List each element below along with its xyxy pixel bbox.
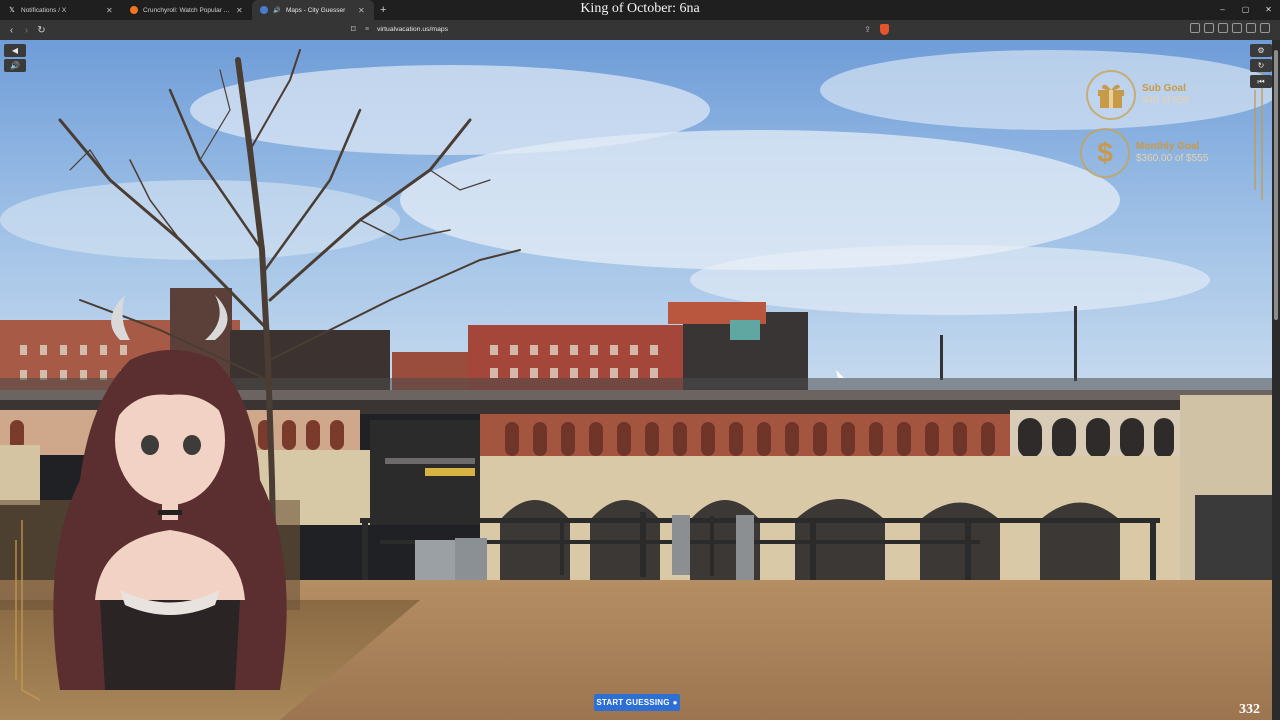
extension-icon[interactable] bbox=[1218, 23, 1228, 33]
window-controls: – ▢ ✕ bbox=[1211, 0, 1280, 20]
speaker-icon: 🔊 bbox=[10, 61, 20, 70]
skip-back-icon: ⏮ bbox=[1257, 77, 1265, 86]
refresh-icon: ↻ bbox=[1257, 61, 1265, 70]
map-pin-icon: ● bbox=[672, 698, 678, 707]
start-guessing-label: START GUESSING bbox=[596, 698, 670, 707]
dollar-icon: $ bbox=[1080, 128, 1130, 178]
close-tab-icon[interactable]: ✕ bbox=[358, 6, 366, 15]
tab-crunchyroll[interactable]: Crunchyroll: Watch Popular Anime, P ✕ bbox=[122, 0, 252, 20]
tab-maps[interactable]: 🔊 Maps - City Guesser ✕ bbox=[252, 0, 374, 20]
extension-icon[interactable] bbox=[1232, 23, 1242, 33]
page-scrollbar[interactable] bbox=[1272, 40, 1280, 720]
forward-icon[interactable]: › bbox=[19, 25, 34, 36]
address-bar[interactable]: ⌑ ≡ virtualvacation.us/maps ⇪ bbox=[351, 22, 891, 37]
sub-goal-value: 340 of 555 bbox=[1142, 95, 1190, 106]
tab-bar: 𝕏 Notifications / X ✕ Crunchyroll: Watch… bbox=[0, 0, 1280, 20]
extension-icon[interactable] bbox=[1204, 23, 1214, 33]
close-tab-icon[interactable]: ✕ bbox=[106, 6, 114, 15]
brave-shield-icon[interactable] bbox=[880, 24, 889, 35]
monthly-goal-title: Monthly Goal bbox=[1136, 141, 1200, 152]
scrollbar-thumb[interactable] bbox=[1274, 50, 1278, 320]
extension-icon[interactable] bbox=[1190, 23, 1200, 33]
tab-title: Crunchyroll: Watch Popular Anime, P bbox=[143, 6, 231, 14]
viewer-counter: 332 bbox=[1239, 702, 1260, 717]
menu-icon[interactable] bbox=[1260, 23, 1270, 33]
browser-toolbar: ‹ › ↻ ⌑ ≡ virtualvacation.us/maps ⇪ bbox=[0, 20, 1280, 40]
refresh-location-button[interactable]: ↻ bbox=[1250, 59, 1272, 72]
crunchyroll-icon bbox=[130, 6, 138, 14]
monthly-goal-value: $360.00 of $555 bbox=[1136, 153, 1209, 164]
tab-title: Maps - City Guesser bbox=[286, 6, 346, 14]
sound-toggle-button[interactable]: 🔊 bbox=[4, 59, 26, 72]
share-icon[interactable]: ⇪ bbox=[864, 25, 871, 34]
sub-goal-title: Sub Goal bbox=[1142, 83, 1186, 94]
x-logo-icon: 𝕏 bbox=[9, 7, 15, 14]
extension-icon[interactable] bbox=[1246, 23, 1256, 33]
gear-icon: ⚙ bbox=[1257, 46, 1265, 55]
back-icon[interactable]: ‹ bbox=[4, 25, 19, 36]
gift-icon bbox=[1086, 70, 1136, 120]
maps-icon bbox=[260, 6, 268, 14]
screen: 𝕏 Notifications / X ✕ Crunchyroll: Watch… bbox=[0, 0, 1280, 720]
tab-title: Notifications / X bbox=[21, 6, 67, 14]
arrow-left-icon: ◀ bbox=[11, 46, 19, 55]
settings-button[interactable]: ⚙ bbox=[1250, 44, 1272, 57]
back-arrow-button[interactable]: ◀ bbox=[4, 44, 26, 57]
close-tab-icon[interactable]: ✕ bbox=[236, 6, 244, 15]
maximize-button[interactable]: ▢ bbox=[1234, 0, 1257, 20]
sub-goal-widget: Sub Goal 340 of 555 bbox=[1086, 70, 1189, 120]
minimize-button[interactable]: – bbox=[1211, 0, 1234, 20]
bookmark-icon[interactable]: ⌑ bbox=[351, 24, 365, 35]
site-info-icon[interactable]: ≡ bbox=[365, 26, 377, 33]
url-text[interactable]: virtualvacation.us/maps bbox=[377, 26, 448, 33]
extensions-bar bbox=[1190, 23, 1270, 33]
close-window-button[interactable]: ✕ bbox=[1257, 0, 1280, 20]
audio-playing-icon[interactable]: 🔊 bbox=[273, 6, 281, 14]
new-tab-button[interactable]: + bbox=[374, 4, 392, 16]
tab-notifications[interactable]: 𝕏 Notifications / X ✕ bbox=[0, 0, 122, 20]
restart-button[interactable]: ⏮ bbox=[1250, 75, 1272, 88]
reload-icon[interactable]: ↻ bbox=[34, 25, 49, 36]
monthly-goal-widget: $ Monthly Goal $360.00 of $555 bbox=[1080, 128, 1208, 178]
start-guessing-button[interactable]: START GUESSING ● bbox=[594, 694, 680, 711]
